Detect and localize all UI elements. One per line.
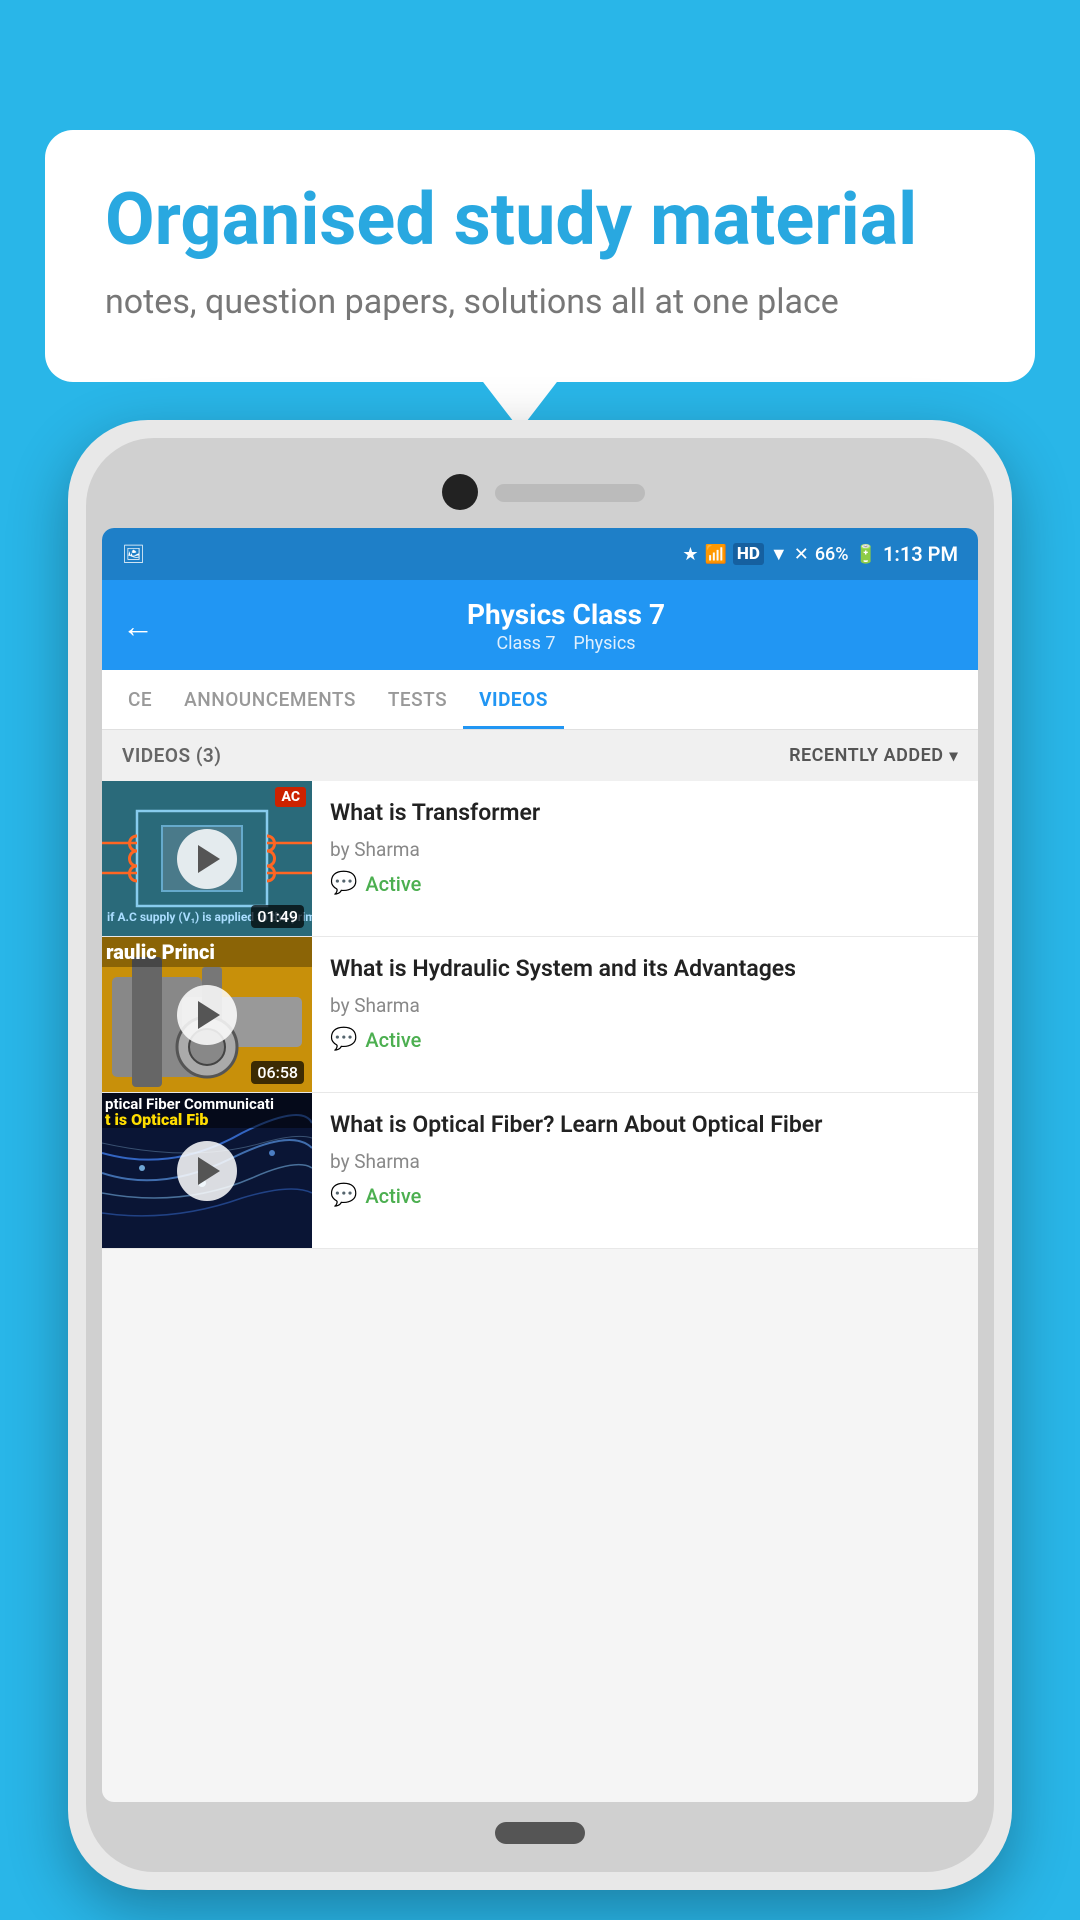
camera-lens [442, 474, 478, 510]
hd-label: HD [733, 543, 764, 565]
video-author-optical: by Sharma [330, 1150, 960, 1173]
svg-text:t is Optical Fib: t is Optical Fib [105, 1110, 208, 1129]
status-bar: 🖼 ★ 📶 HD ▼ ✕ 66% 🔋 1:13 PM [102, 528, 978, 580]
video-status-optical: 💬 Active [330, 1183, 960, 1208]
video-item-transformer[interactable]: if A.C supply (V₁) is applied to the pri… [102, 781, 978, 937]
play-button-hydraulic[interactable] [177, 985, 237, 1045]
app-title: Physics Class 7 [174, 598, 958, 631]
thumbnail-hydraulic: raulic Princi 06:58 [102, 937, 312, 1092]
video-status-hydraulic: 💬 Active [330, 1027, 960, 1052]
chat-icon: 💬 [330, 871, 357, 896]
play-icon [198, 845, 220, 873]
video-info-hydraulic: What is Hydraulic System and its Advanta… [312, 937, 978, 1092]
speech-bubble: Organised study material notes, question… [45, 130, 1035, 382]
bubble-subtitle: notes, question papers, solutions all at… [105, 279, 975, 327]
video-info-optical: What is Optical Fiber? Learn About Optic… [312, 1093, 978, 1248]
video-item-optical[interactable]: ptical Fiber Communicati t is Optical Fi… [102, 1093, 978, 1249]
thumbnail-transformer: if A.C supply (V₁) is applied to the pri… [102, 781, 312, 936]
play-button-optical[interactable] [177, 1141, 237, 1201]
video-list: if A.C supply (V₁) is applied to the pri… [102, 781, 978, 1249]
video-title-optical: What is Optical Fiber? Learn About Optic… [330, 1109, 960, 1140]
sort-button[interactable]: RECENTLY ADDED ▾ [789, 745, 958, 766]
wifi-icon: ▼ [770, 544, 788, 565]
chevron-down-icon: ▾ [949, 746, 958, 765]
battery-icon: 🔋 [855, 544, 877, 565]
tab-ce[interactable]: CE [112, 670, 168, 729]
video-item-hydraulic[interactable]: raulic Princi 06:58 What is Hydraulic Sy… [102, 937, 978, 1093]
subtitle-subject: Physics [573, 633, 635, 654]
tabs-bar: CE ANNOUNCEMENTS TESTS VIDEOS [102, 670, 978, 730]
app-subtitle: Class 7 Physics [174, 633, 958, 654]
active-status: Active [365, 872, 421, 896]
ac-badge: AC [275, 787, 306, 807]
play-button-transformer[interactable] [177, 829, 237, 889]
svg-text:raulic Princi: raulic Princi [106, 940, 215, 964]
bubble-title: Organised study material [105, 180, 975, 259]
signal-icon: 📶 [704, 544, 726, 565]
phone-device: 🖼 ★ 📶 HD ▼ ✕ 66% 🔋 1:13 PM ← Physics Cla… [68, 420, 1012, 1890]
tab-announcements[interactable]: ANNOUNCEMENTS [168, 670, 372, 729]
photo-icon: 🖼 [122, 544, 145, 565]
video-title-hydraulic: What is Hydraulic System and its Advanta… [330, 953, 960, 984]
chat-icon-o: 💬 [330, 1183, 357, 1208]
active-status-h: Active [365, 1028, 421, 1052]
speech-bubble-container: Organised study material notes, question… [45, 130, 1035, 382]
play-icon-h [198, 1001, 220, 1029]
video-duration-transformer: 01:49 [251, 905, 304, 928]
thumbnail-optical: ptical Fiber Communicati t is Optical Fi… [102, 1093, 312, 1248]
video-status-transformer: 💬 Active [330, 871, 960, 896]
speaker-grille [495, 484, 645, 502]
hydraulic-visual: raulic Princi 06:58 [102, 937, 312, 1092]
status-time: 1:13 PM [883, 542, 958, 566]
videos-header: VIDEOS (3) RECENTLY ADDED ▾ [102, 730, 978, 781]
play-icon-o [198, 1157, 220, 1185]
status-left-icons: 🖼 [122, 544, 149, 565]
active-status-o: Active [365, 1184, 421, 1208]
app-header: ← Physics Class 7 Class 7 Physics [102, 580, 978, 670]
video-info-transformer: What is Transformer by Sharma 💬 Active [312, 781, 978, 936]
video-title-transformer: What is Transformer [330, 797, 960, 828]
video-author-hydraulic: by Sharma [330, 994, 960, 1017]
phone-screen: 🖼 ★ 📶 HD ▼ ✕ 66% 🔋 1:13 PM ← Physics Cla… [102, 528, 978, 1802]
videos-count: VIDEOS (3) [122, 744, 221, 767]
video-author-transformer: by Sharma [330, 838, 960, 861]
status-right-info: ★ 📶 HD ▼ ✕ 66% 🔋 1:13 PM [682, 542, 958, 566]
tab-tests[interactable]: TESTS [372, 670, 463, 729]
header-title-block: Physics Class 7 Class 7 Physics [174, 598, 958, 654]
phone-inner: 🖼 ★ 📶 HD ▼ ✕ 66% 🔋 1:13 PM ← Physics Cla… [86, 438, 994, 1872]
network-icon: ✕ [794, 544, 809, 565]
video-duration-hydraulic: 06:58 [251, 1061, 304, 1084]
bluetooth-icon: ★ [682, 544, 698, 565]
tab-videos[interactable]: VIDEOS [463, 670, 564, 729]
home-button[interactable] [495, 1822, 585, 1844]
transformer-visual: if A.C supply (V₁) is applied to the pri… [102, 781, 312, 936]
battery-percent: 66% [815, 544, 849, 565]
sort-label: RECENTLY ADDED [789, 745, 943, 766]
subtitle-class: Class 7 [496, 633, 555, 654]
back-button[interactable]: ← [122, 607, 154, 645]
chat-icon-h: 💬 [330, 1027, 357, 1052]
optical-visual: ptical Fiber Communicati t is Optical Fi… [102, 1093, 312, 1248]
